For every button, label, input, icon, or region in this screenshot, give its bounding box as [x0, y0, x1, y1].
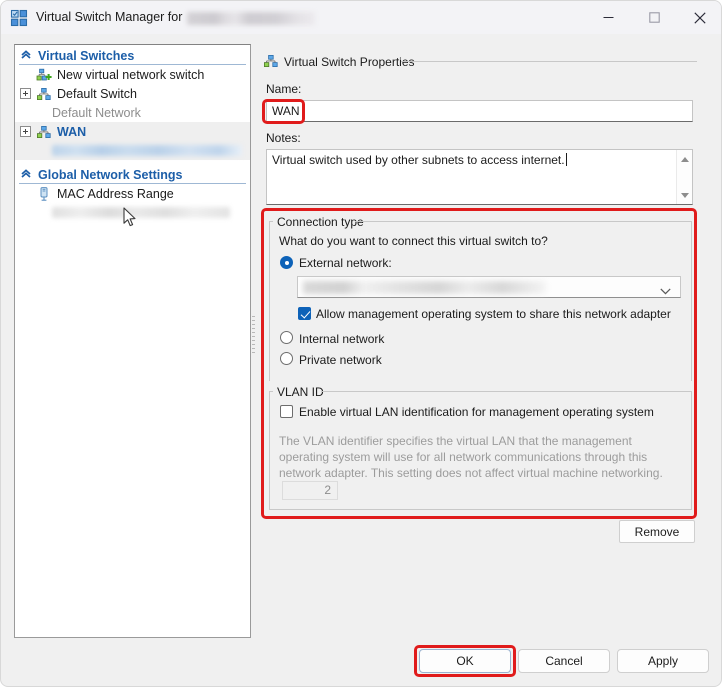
window-controls [585, 1, 721, 34]
vlan-group-title: VLAN ID [273, 385, 328, 399]
hyperv-switch-icon [10, 9, 28, 27]
text-caret [565, 153, 567, 166]
window-title-text: Virtual Switch Manager for [36, 10, 183, 25]
scroll-down-icon[interactable] [677, 187, 693, 203]
radio-external-network[interactable] [280, 256, 293, 269]
virtual-switch-icon [36, 124, 52, 140]
expand-icon[interactable] [20, 88, 31, 99]
tree-group-label: Virtual Switches [38, 48, 135, 63]
groupbox-border [691, 391, 692, 509]
vlan-description: The VLAN identifier specifies the virtua… [279, 434, 663, 480]
connection-question: What do you want to connect this virtual… [279, 234, 548, 248]
notes-text: Virtual switch used by other subnets to … [272, 153, 567, 167]
redacted-label [52, 145, 242, 156]
groupbox-border [355, 221, 691, 222]
section-divider [401, 61, 697, 62]
tree-item-default-network[interactable]: Default Network [15, 103, 250, 122]
name-label: Name: [266, 82, 302, 96]
collapse-chevron-icon[interactable] [20, 167, 32, 182]
redacted-label [52, 207, 230, 218]
name-input[interactable]: WAN [266, 100, 693, 122]
external-adapter-value-redacted [303, 281, 546, 294]
radio-private-network[interactable] [280, 352, 293, 365]
groupbox-border [321, 391, 691, 392]
tree-item-mac-address-range[interactable]: MAC Address Range [15, 184, 250, 203]
groupbox-border [691, 221, 692, 381]
radio-external-network-label: External network: [299, 256, 392, 270]
splitter-grip [252, 316, 255, 356]
cancel-button[interactable]: Cancel [518, 649, 610, 673]
tree-group-global-network-settings[interactable]: Global Network Settings [15, 165, 250, 184]
radio-private-network-label: Private network [299, 353, 382, 367]
window-title: Virtual Switch Manager for [36, 10, 316, 25]
title-bar: Virtual Switch Manager for [1, 1, 721, 34]
groupbox-border [269, 221, 270, 381]
notes-scrollbar[interactable] [676, 150, 692, 204]
checkbox-allow-management-share-label: Allow management operating system to sha… [316, 307, 671, 321]
tree-item-label: MAC Address Range [57, 186, 174, 201]
tree-group-label: Global Network Settings [38, 167, 183, 182]
groupbox-border [269, 509, 692, 510]
connection-type-group-title: Connection type [273, 215, 368, 229]
apply-button[interactable]: Apply [617, 649, 709, 673]
notes-value: Virtual switch used by other subnets to … [272, 153, 565, 167]
virtual-switch-icon [36, 86, 52, 102]
checkbox-enable-vlan-label: Enable virtual LAN identification for ma… [299, 405, 654, 419]
scroll-up-icon[interactable] [677, 151, 693, 167]
properties-section-title: Virtual Switch Properties [284, 55, 415, 69]
vlan-id-input[interactable]: 2 [282, 481, 338, 500]
virtual-switch-manager-window: Virtual Switch Manager for Virtual Switc… [0, 0, 722, 687]
tree-item-default-switch[interactable]: Default Switch [15, 84, 250, 103]
window-title-machine-redacted [187, 11, 316, 25]
tree-item-label: Default Switch [57, 86, 137, 101]
radio-internal-network-label: Internal network [299, 332, 385, 346]
virtual-switch-icon [263, 53, 279, 72]
chevron-down-icon[interactable] [660, 284, 671, 298]
checkbox-enable-vlan[interactable] [280, 405, 293, 418]
tree-item-new-virtual-network-switch[interactable]: New virtual network switch [15, 65, 250, 84]
tree-item-label: Default Network [52, 105, 141, 120]
close-button[interactable] [677, 1, 721, 34]
minimize-button[interactable] [585, 1, 631, 34]
tree-item-label: New virtual network switch [57, 67, 205, 82]
maximize-button[interactable] [631, 1, 677, 34]
checkbox-allow-management-share[interactable] [298, 307, 311, 320]
external-adapter-dropdown[interactable] [297, 276, 681, 298]
groupbox-border [269, 391, 270, 509]
expand-icon[interactable] [20, 126, 31, 137]
tree-item-wan-child-redacted[interactable] [15, 141, 250, 160]
tree-item-wan[interactable]: WAN [15, 122, 250, 141]
collapse-chevron-icon[interactable] [20, 48, 32, 63]
notes-label: Notes: [266, 131, 301, 145]
ok-button[interactable]: OK [419, 649, 511, 673]
remove-button[interactable]: Remove [619, 520, 695, 543]
navigation-tree[interactable]: Virtual Switches New virtual network swi… [14, 44, 251, 638]
mouse-cursor [123, 207, 137, 231]
notes-textarea[interactable]: Virtual switch used by other subnets to … [266, 149, 693, 205]
tree-group-virtual-switches[interactable]: Virtual Switches [15, 46, 250, 65]
mac-address-icon [36, 186, 52, 202]
tree-item-label: WAN [57, 124, 87, 139]
radio-internal-network[interactable] [280, 331, 293, 344]
new-virtual-switch-icon [36, 67, 52, 83]
